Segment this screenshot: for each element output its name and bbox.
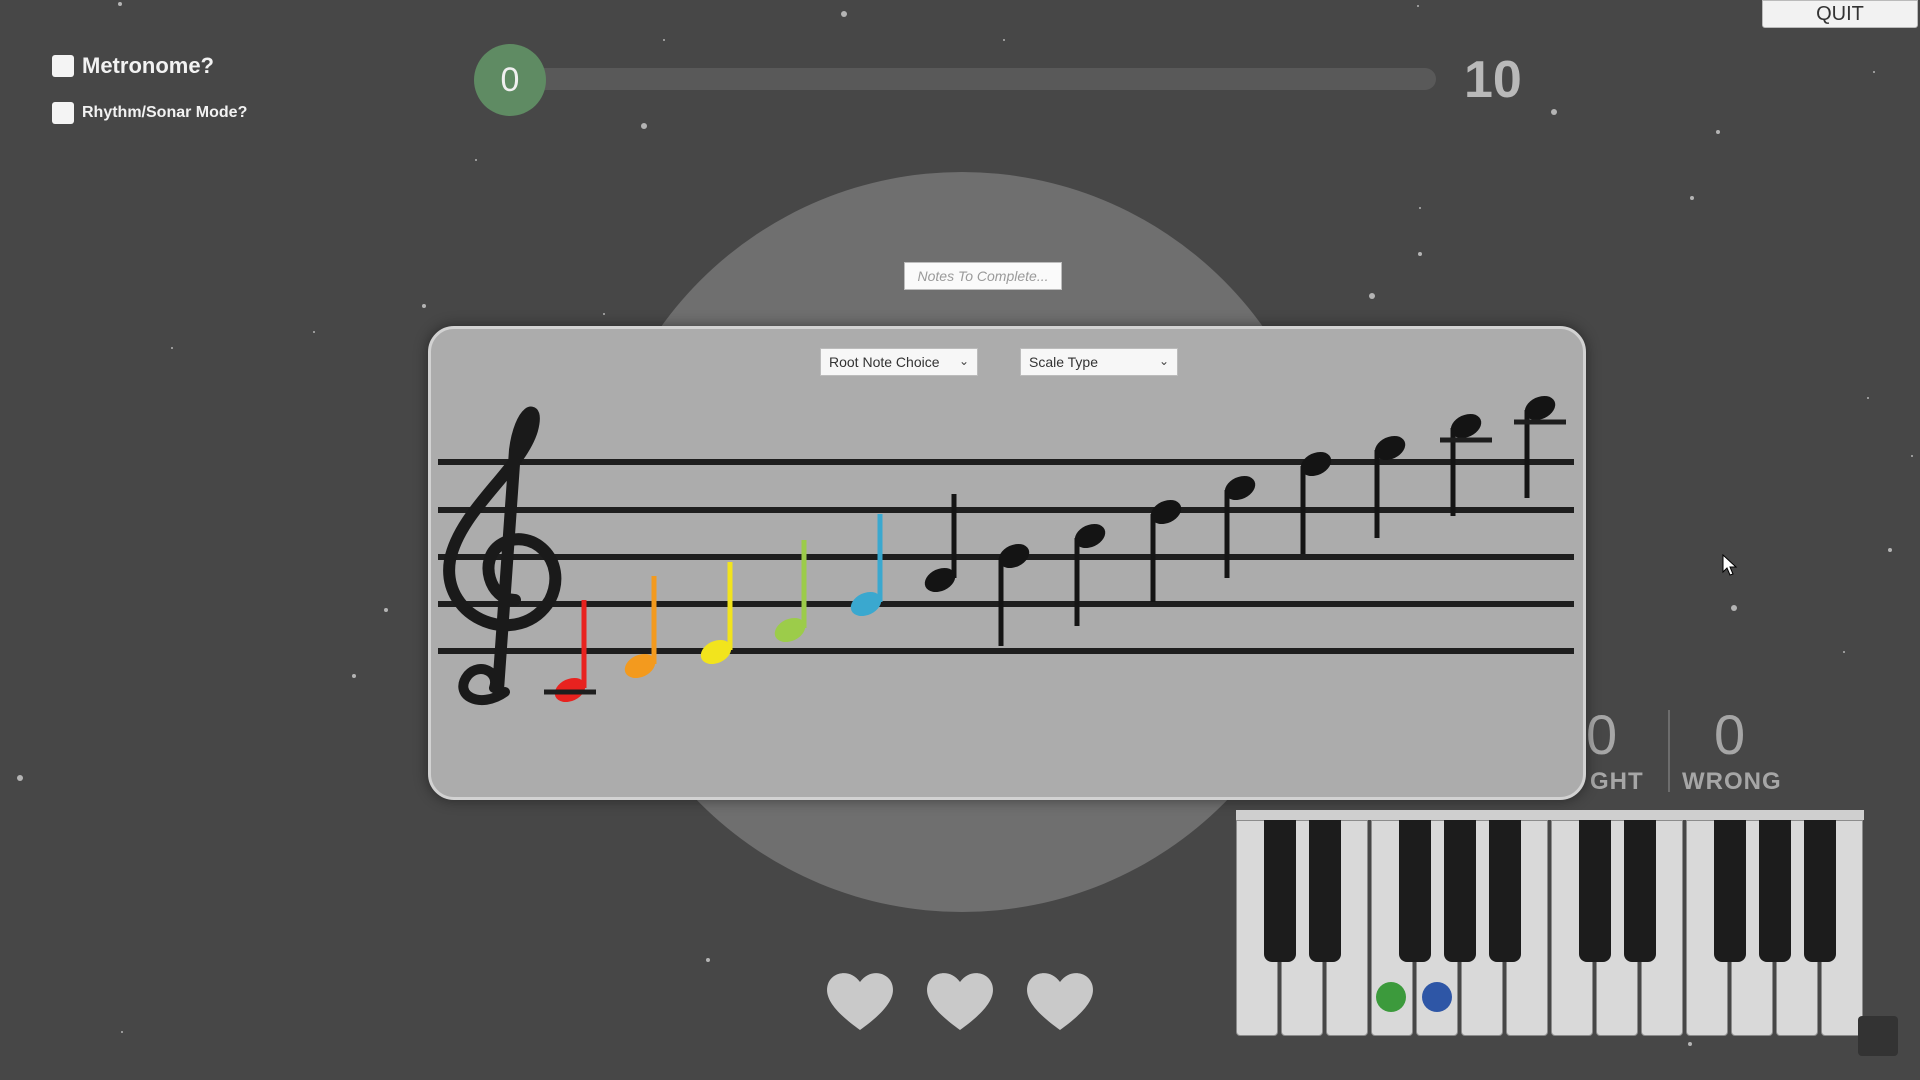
heart-icon bbox=[1027, 973, 1093, 1030]
note-14 bbox=[1514, 395, 1566, 498]
note-9 bbox=[1150, 499, 1182, 602]
scale-notes bbox=[544, 395, 1566, 703]
note-10 bbox=[1224, 475, 1256, 578]
piano-black-key-10[interactable] bbox=[1804, 820, 1836, 962]
note-12 bbox=[1374, 435, 1406, 538]
piano-black-key-5[interactable] bbox=[1489, 820, 1521, 962]
piano-black-key-2[interactable] bbox=[1309, 820, 1341, 962]
piano-top-bar bbox=[1236, 810, 1864, 820]
note-7 bbox=[998, 543, 1030, 646]
piano-black-key-3[interactable] bbox=[1399, 820, 1431, 962]
heart-icon bbox=[927, 973, 993, 1030]
piano-black-key-6[interactable] bbox=[1579, 820, 1611, 962]
piano-black-key-7[interactable] bbox=[1624, 820, 1656, 962]
piano-black-key-9[interactable] bbox=[1759, 820, 1791, 962]
key-highlight-dot bbox=[1376, 982, 1406, 1012]
mouse-cursor-icon bbox=[1722, 554, 1738, 576]
piano-black-key-8[interactable] bbox=[1714, 820, 1746, 962]
app-corner-icon bbox=[1858, 1016, 1898, 1056]
note-5 bbox=[850, 514, 883, 617]
note-8 bbox=[1074, 523, 1106, 626]
note-11 bbox=[1300, 451, 1332, 554]
heart-icon bbox=[827, 973, 893, 1030]
piano-black-key-4[interactable] bbox=[1444, 820, 1476, 962]
note-2 bbox=[624, 576, 657, 679]
piano-black-key-1[interactable] bbox=[1264, 820, 1296, 962]
note-3 bbox=[700, 562, 733, 665]
key-highlight-dot bbox=[1422, 982, 1452, 1012]
piano-keyboard bbox=[1236, 810, 1864, 1036]
